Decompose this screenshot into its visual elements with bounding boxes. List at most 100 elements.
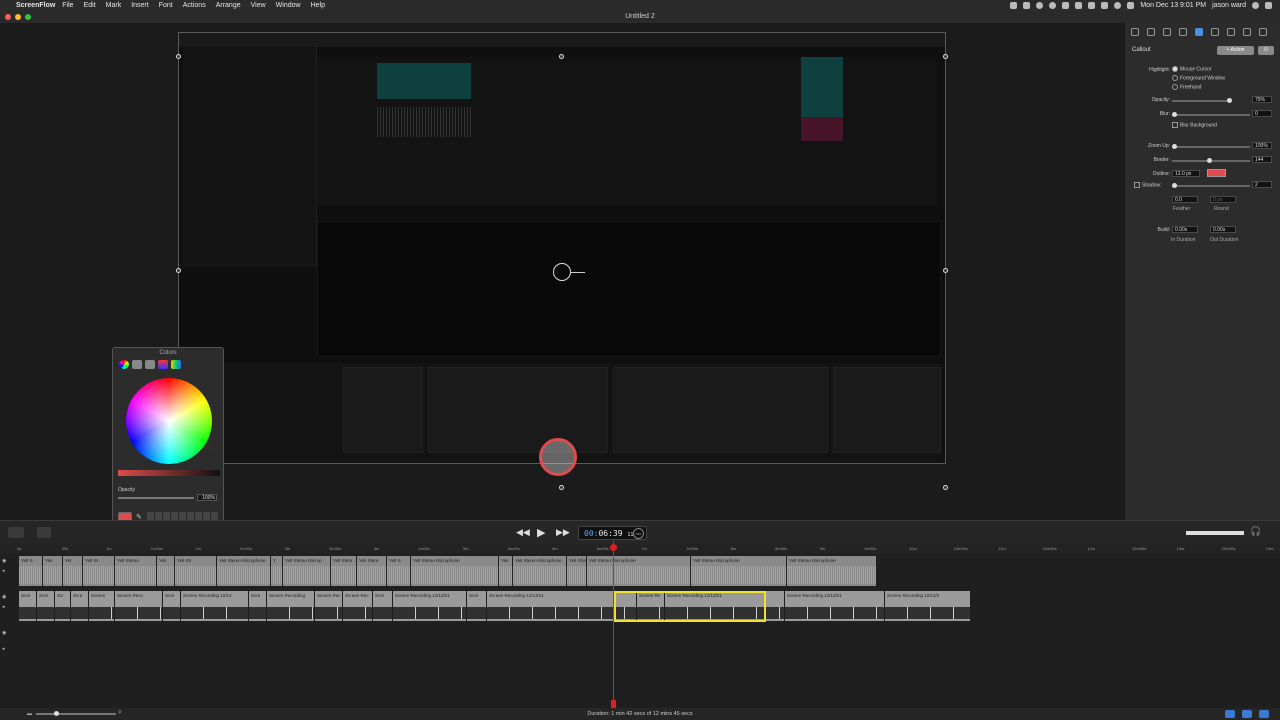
- track-audio-icon[interactable]: ◂: [2, 568, 5, 574]
- status-app-icon[interactable]: [1023, 2, 1031, 9]
- audio-properties-icon[interactable]: [1147, 28, 1155, 36]
- fast-forward-button[interactable]: ▶▶: [556, 527, 570, 538]
- timeline-ruler[interactable]: 0s 30s 1m 1m30s 2m 2m30s 3m 3m30s 4m 4m30s 5m 5m30s…: [0, 544, 1280, 554]
- zoom-out-icon[interactable]: ▬: [27, 711, 32, 717]
- video-clip[interactable]: Scr: [55, 591, 70, 621]
- image-palettes-mode-icon[interactable]: [158, 360, 168, 369]
- slider-knob[interactable]: [1172, 112, 1177, 117]
- crop-icon[interactable]: [37, 527, 51, 538]
- blur-background-checkbox[interactable]: Blur Background: [1172, 122, 1217, 128]
- resize-handle[interactable]: [176, 268, 181, 273]
- outline-color-well[interactable]: [1207, 169, 1226, 177]
- audio-clip[interactable]: Yeti: [43, 556, 62, 586]
- status-app-icon[interactable]: [1075, 2, 1083, 9]
- audio-clip[interactable]: Yeti Stereo Microphone: [587, 556, 690, 586]
- outline-width-field[interactable]: 13.0 px: [1172, 170, 1200, 177]
- video-clip[interactable]: Screen Recording 12/13/21: [785, 591, 884, 621]
- track-visibility-icon[interactable]: ◉: [2, 630, 6, 636]
- slider-knob[interactable]: [54, 711, 59, 716]
- shadow-checkbox[interactable]: Shadow:: [1134, 182, 1161, 188]
- border-slider[interactable]: [1172, 158, 1250, 163]
- annotations-icon[interactable]: [1227, 28, 1235, 36]
- pencils-mode-icon[interactable]: [171, 360, 181, 369]
- opacity-slider[interactable]: [118, 497, 194, 499]
- caption-icon[interactable]: [1225, 710, 1235, 718]
- out-duration-field[interactable]: 0.00s: [1210, 226, 1236, 233]
- highlight-foreground-window-radio[interactable]: Foreground Window: [1172, 75, 1225, 81]
- zoom-window-button[interactable]: [25, 14, 31, 20]
- audio-clip[interactable]: Yeti S: [19, 556, 42, 586]
- video-clip[interactable]: Scre: [163, 591, 180, 621]
- text-properties-icon[interactable]: [1243, 28, 1251, 36]
- menu-insert[interactable]: Insert: [131, 2, 149, 9]
- video-clip[interactable]: Screen Rec: [343, 591, 372, 621]
- round-field[interactable]: 0 px: [1210, 196, 1236, 203]
- resize-handle[interactable]: [943, 54, 948, 59]
- video-clip[interactable]: Scre: [373, 591, 392, 621]
- timecode-display[interactable]: 00:06:39 11 69%: [578, 526, 647, 540]
- track-audio-icon[interactable]: ◂: [2, 604, 5, 610]
- audio-clip[interactable]: Yeti Stereo: [115, 556, 156, 586]
- mouse-cursor-callout[interactable]: [539, 438, 577, 476]
- resize-handle[interactable]: [559, 485, 564, 490]
- audio-clip[interactable]: Yeti: [157, 556, 174, 586]
- add-action-button[interactable]: + Action: [1217, 46, 1254, 55]
- wifi-icon[interactable]: [1114, 2, 1122, 9]
- callout-opacity-slider[interactable]: [1172, 98, 1232, 103]
- video-clip[interactable]: Scre: [71, 591, 88, 621]
- audio-clip[interactable]: Yeti St: [83, 556, 114, 586]
- blur-field[interactable]: 0: [1252, 110, 1272, 117]
- video-clip[interactable]: Screen Recording: [267, 591, 314, 621]
- menubar-user[interactable]: jason ward: [1212, 2, 1246, 9]
- canvas-zoom-indicator[interactable]: 69%: [633, 528, 644, 539]
- resize-handle[interactable]: [943, 485, 948, 490]
- video-clip[interactable]: Scre: [249, 591, 266, 621]
- resize-handle[interactable]: [176, 54, 181, 59]
- feather-field[interactable]: 0.0: [1172, 196, 1198, 203]
- play-button[interactable]: ▶: [537, 526, 545, 539]
- video-properties-icon[interactable]: [1131, 28, 1139, 36]
- status-app-icon[interactable]: [1062, 2, 1070, 9]
- callout-properties-icon[interactable]: [1195, 28, 1203, 36]
- audio-clip[interactable]: Yeti Stereo Microphone: [217, 556, 270, 586]
- border-field[interactable]: 144: [1252, 156, 1272, 163]
- audio-clip[interactable]: Yeti Stereo Microphone: [691, 556, 786, 586]
- menu-arrange[interactable]: Arrange: [216, 2, 241, 9]
- audio-clip[interactable]: Yeti Stere: [331, 556, 356, 586]
- track-audio-icon[interactable]: ◂: [2, 646, 5, 652]
- color-wheel-mode-icon[interactable]: [119, 360, 129, 369]
- opacity-field[interactable]: 100%: [197, 494, 217, 501]
- status-app-icon[interactable]: [1101, 2, 1109, 9]
- menu-help[interactable]: Help: [311, 2, 325, 9]
- minimize-window-button[interactable]: [15, 14, 21, 20]
- video-clip[interactable]: Screen Reco: [115, 591, 162, 621]
- audio-clip[interactable]: Yeti Stereo Microphone: [513, 556, 566, 586]
- video-clip[interactable]: Screen Recording 12/13/2: [885, 591, 970, 621]
- playhead-bottom-handle[interactable]: [611, 700, 616, 708]
- menu-window[interactable]: Window: [276, 2, 301, 9]
- status-app-icon[interactable]: [1010, 2, 1018, 9]
- siri-icon[interactable]: [1252, 2, 1259, 9]
- callout-transform-marker[interactable]: [553, 263, 585, 281]
- audio-clip[interactable]: Yeti Stere: [357, 556, 386, 586]
- battery-icon[interactable]: [1127, 2, 1135, 9]
- in-duration-field[interactable]: 0.00s: [1172, 226, 1198, 233]
- snap-icon[interactable]: [1259, 710, 1269, 718]
- audio-clip[interactable]: Yeti Stereo Microphone: [411, 556, 498, 586]
- audio-clip[interactable]: Yeti S: [387, 556, 410, 586]
- color-palettes-mode-icon[interactable]: [145, 360, 155, 369]
- menu-actions[interactable]: Actions: [183, 2, 206, 9]
- video-motion-icon[interactable]: [1163, 28, 1171, 36]
- close-window-button[interactable]: [5, 14, 11, 20]
- status-app-icon[interactable]: [1088, 2, 1096, 9]
- slider-knob[interactable]: [1172, 144, 1177, 149]
- color-wheel[interactable]: [126, 378, 212, 464]
- menu-font[interactable]: Font: [159, 2, 173, 9]
- video-clip[interactable]: Screen Rec: [315, 591, 342, 621]
- menu-edit[interactable]: Edit: [84, 2, 96, 9]
- media-library-icon[interactable]: [1259, 28, 1267, 36]
- audio-clip[interactable]: Yeti Stereo Microp: [283, 556, 330, 586]
- zoom-in-icon[interactable]: ⌕: [118, 709, 122, 717]
- menubar-clock[interactable]: Mon Dec 13 9:01 PM: [1140, 2, 1206, 9]
- video-clip[interactable]: Screen Recording 12/13: [181, 591, 248, 621]
